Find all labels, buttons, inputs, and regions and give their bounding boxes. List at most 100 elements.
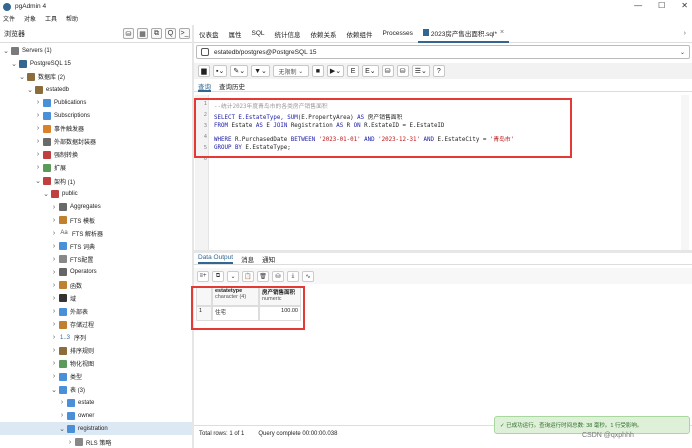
tree-node[interactable]: › 1..3 序列 [0,331,192,344]
tree-node[interactable]: › Aa FTS 解析器 [0,227,192,240]
delete-icon[interactable]: 🗑 [257,270,269,282]
menu-help[interactable]: 帮助 [66,14,78,23]
tree-node[interactable]: › 存储过程 [0,318,192,331]
view-data-icon[interactable]: ▦ [137,28,148,39]
explain-analyze-button[interactable]: E⌄ [362,65,379,77]
object-explorer-icon[interactable]: ⛁ [123,28,134,39]
filter-button[interactable]: ▼⌄ [251,65,270,77]
tree-node[interactable]: ⌄ 表 (3) [0,383,192,396]
chevron-down-icon[interactable]: ⌄ [42,190,50,198]
tree-node[interactable]: ⌄ estatedb [0,83,192,96]
chevron-right-icon[interactable]: › [34,112,42,119]
tree-node[interactable]: ⌄ registration [0,422,192,436]
tree-node[interactable]: › 域 [0,292,192,305]
tree-node[interactable]: › 外部数据封装器 [0,135,192,148]
filter-icon[interactable]: ⧉ [151,28,162,39]
graph-icon[interactable]: ∿ [302,270,314,282]
tab-query-history[interactable]: 查询历史 [219,81,245,92]
chevron-right-icon[interactable]: › [58,412,66,419]
tab-sql[interactable]: SQL [247,25,270,43]
tab-query[interactable]: 查询 [198,81,211,92]
save-file-button[interactable]: ▪⌄ [213,65,228,77]
tree-node[interactable]: ⌄ Servers (1) [0,44,192,57]
tab-dependencies[interactable]: 依赖关系 [306,25,342,43]
tree-node[interactable]: › 排序规则 [0,344,192,357]
minimize-button[interactable]: — [634,1,642,10]
chevron-down-icon[interactable]: ⌄ [2,47,10,55]
rollback-button[interactable]: ⛁ [396,65,409,77]
menu-object[interactable]: 对象 [24,14,36,23]
tab-properties[interactable]: 属性 [224,25,247,43]
chevron-right-icon[interactable]: › [34,151,42,158]
chevron-right-icon[interactable]: › [50,295,58,302]
chevron-right-icon[interactable]: › [50,360,58,367]
chevron-right-icon[interactable]: › [50,243,58,250]
tab-messages[interactable]: 消息 [241,254,254,264]
tabs-scroll-right-icon[interactable]: › [684,30,686,37]
tree-node[interactable]: › Aggregates [0,201,192,214]
edit-button[interactable]: ✎⌄ [230,65,249,77]
query-tool-icon[interactable]: Q [165,28,176,39]
tree-node[interactable]: › 扩展 [0,161,192,174]
editor-output-splitter[interactable] [194,250,692,253]
psql-tool-icon[interactable]: >_ [179,28,190,39]
execute-button[interactable]: ▶⌄ [326,65,345,77]
chevron-right-icon[interactable]: › [50,217,58,224]
chevron-right-icon[interactable]: › [50,256,58,263]
editor-scrollbar[interactable] [681,95,689,250]
maximize-button[interactable]: ☐ [658,1,665,10]
paste-icon[interactable]: 📋 [242,270,254,282]
tree-node[interactable]: ⌄ 架构 (1) [0,175,192,188]
stop-button[interactable]: ■ [311,65,324,77]
chevron-right-icon[interactable]: › [50,282,58,289]
tree-node[interactable]: › Subscriptions [0,109,192,122]
chevron-right-icon[interactable]: › [50,230,58,237]
chevron-right-icon[interactable]: › [50,347,58,354]
chevron-right-icon[interactable]: › [50,334,58,341]
tree-node[interactable]: ⌄ public [0,188,192,201]
copy-icon[interactable]: ⧉ [212,270,224,282]
tree-node[interactable]: › estate [0,396,192,409]
close-button[interactable]: ✕ [681,1,688,10]
tab-statistics[interactable]: 统计信息 [270,25,306,43]
tree-node[interactable]: › FTS 词典 [0,240,192,253]
tree-node[interactable]: › 强制转换 [0,148,192,161]
tree-node[interactable]: › 物化视图 [0,357,192,370]
chevron-down-icon[interactable]: ⌄ [26,86,34,94]
chevron-right-icon[interactable]: › [58,399,66,406]
chevron-right-icon[interactable]: › [50,204,58,211]
tab-data-output[interactable]: Data Output [198,254,234,264]
tree-node[interactable]: › Operators [0,266,192,279]
chevron-down-icon[interactable]: ⌄ [34,177,42,185]
chevron-right-icon[interactable]: › [34,125,42,132]
tab-dependents[interactable]: 依赖组件 [342,25,378,43]
close-tab-icon[interactable]: × [500,29,504,36]
tree-node[interactable]: › Publications [0,96,192,109]
commit-button[interactable]: ⛁ [381,65,394,77]
tab-query-file[interactable]: 2023房产售出面积.sql* × [417,25,510,43]
tree-node[interactable]: › FTS 模板 [0,214,192,227]
chevron-right-icon[interactable]: › [34,164,42,171]
menu-file[interactable]: 文件 [3,14,15,23]
chevron-right-icon[interactable]: › [34,99,42,106]
tree-node[interactable]: › owner [0,409,192,422]
tree-node[interactable]: › 类型 [0,370,192,383]
tree-node[interactable]: › 事件触发器 [0,122,192,135]
chevron-right-icon[interactable]: › [50,321,58,328]
tab-notifications[interactable]: 通知 [262,254,275,264]
add-row-icon[interactable]: ≡+ [197,270,209,282]
tree-node[interactable]: › 函数 [0,279,192,292]
chevron-right-icon[interactable]: › [50,373,58,380]
chevron-down-icon[interactable]: ⌄ [10,60,18,68]
chevron-right-icon[interactable]: › [66,439,74,446]
help-button[interactable]: ? [432,65,445,77]
download-icon[interactable]: ⤓ [287,270,299,282]
chevron-right-icon[interactable]: › [50,308,58,315]
save-data-icon[interactable]: ⛁ [272,270,284,282]
chevron-down-icon[interactable]: ⌄ [50,386,58,394]
limit-select[interactable]: 无限制 ⌄ [272,65,309,77]
open-file-button[interactable]: ▆ [198,65,210,77]
tree-node[interactable]: ⌄ 数据库 (2) [0,70,192,83]
chevron-down-icon[interactable]: ⌄ [58,425,66,433]
tree-node[interactable]: ⌄ PostgreSQL 15 [0,57,192,70]
